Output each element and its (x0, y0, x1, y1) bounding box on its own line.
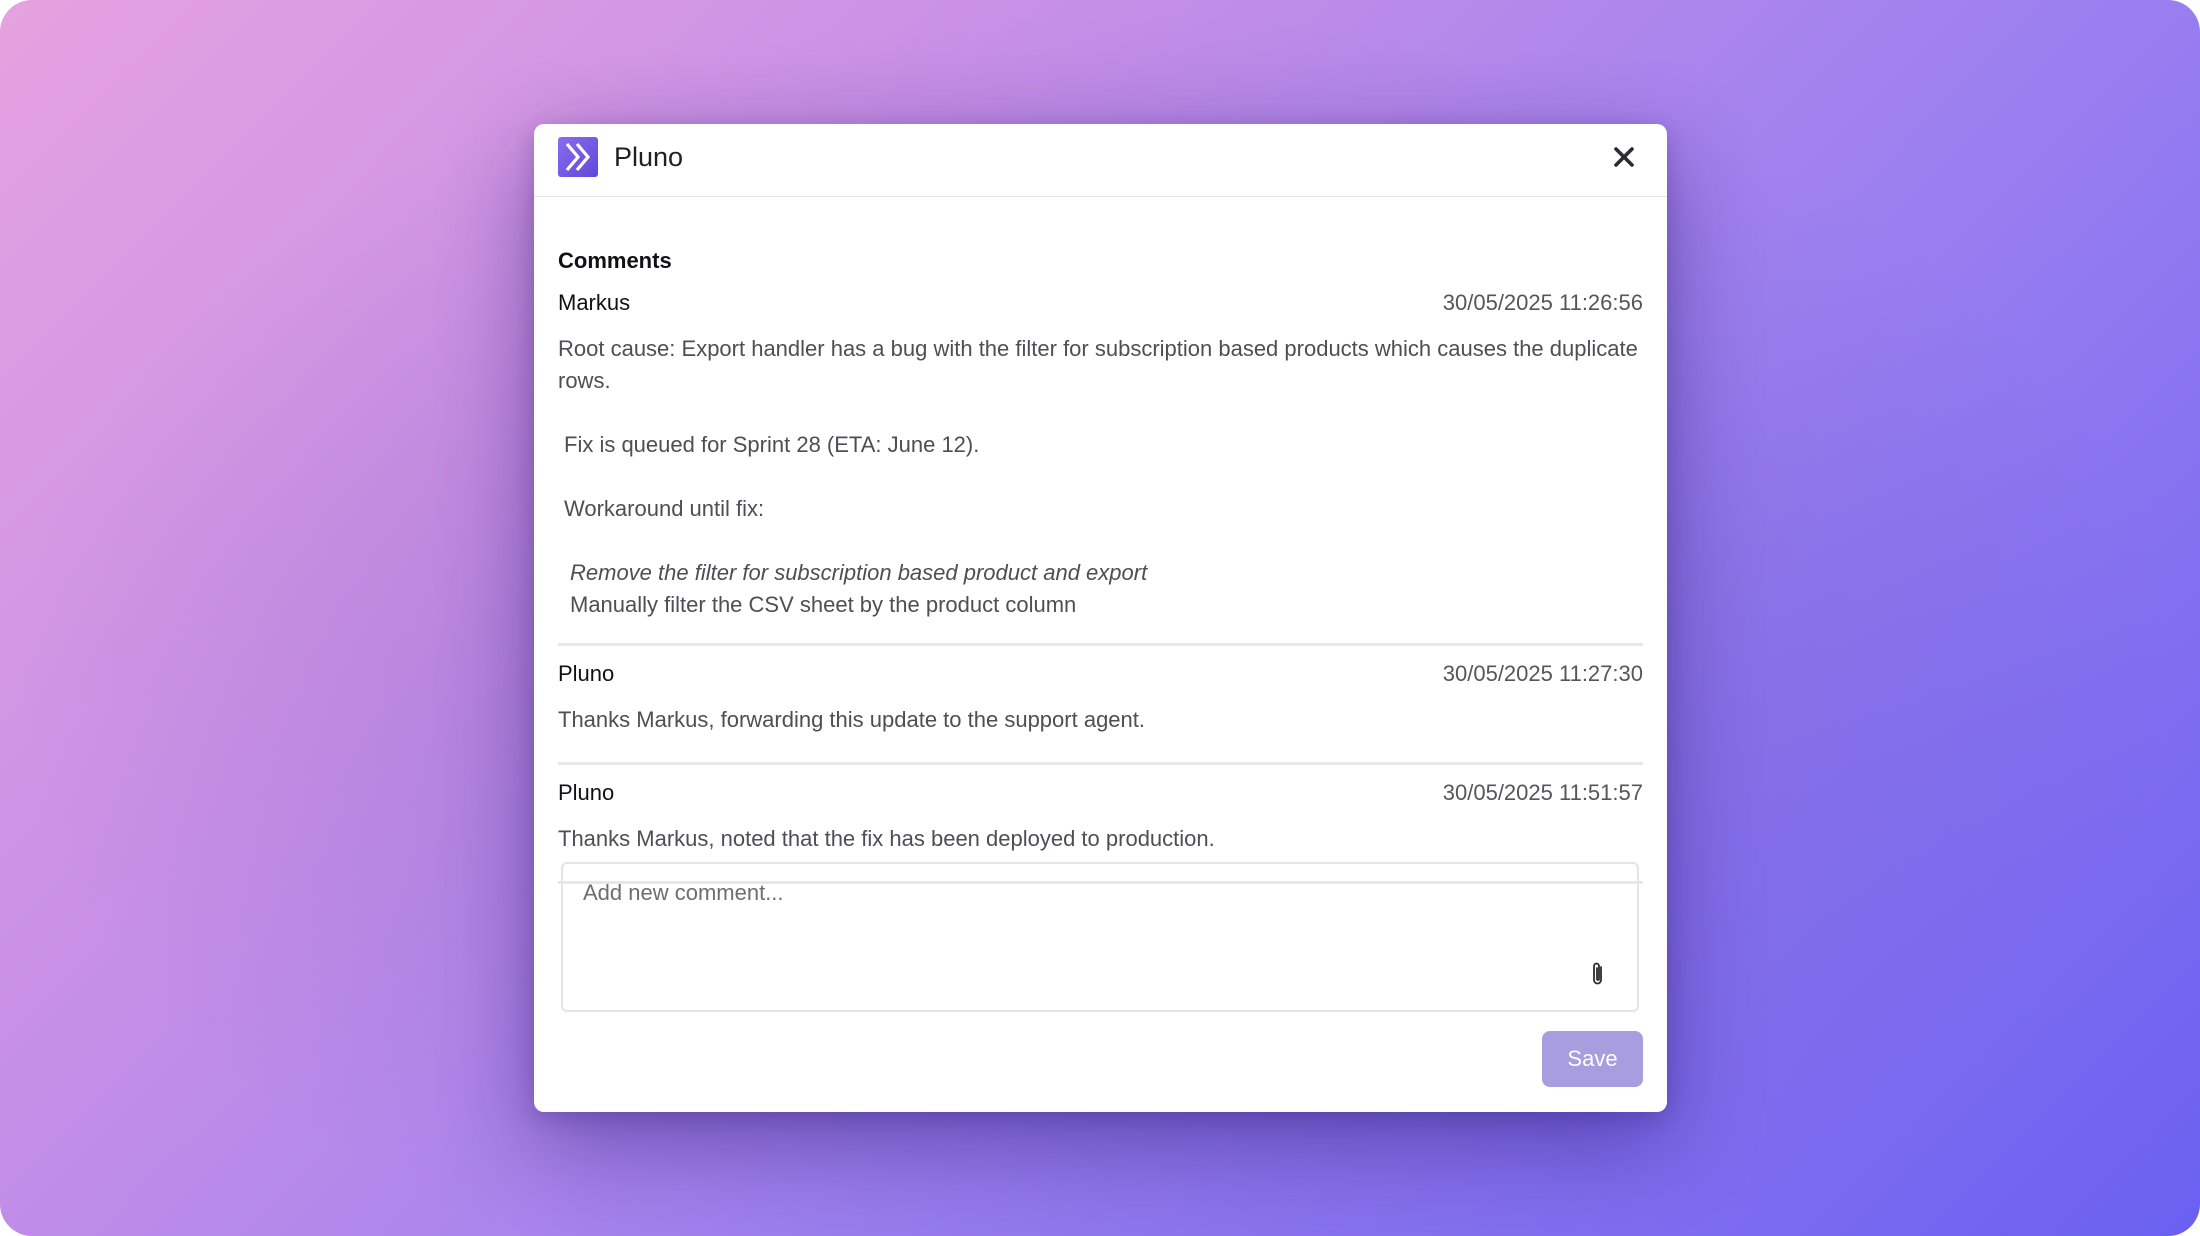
comment-line: Remove the filter for subscription based… (570, 560, 1148, 585)
comment-body: Thanks Markus, noted that the fix has be… (558, 823, 1643, 855)
attach-button[interactable] (1587, 960, 1609, 988)
comments-heading: Comments (558, 248, 672, 273)
comment-author: Pluno (558, 780, 615, 805)
save-button[interactable]: Save (1542, 1031, 1643, 1087)
comments-dialog: Pluno Comments Markus 30/05/2025 11:26:5… (534, 124, 1667, 1112)
dialog-header: Pluno (534, 124, 1667, 197)
close-button[interactable] (1611, 144, 1637, 170)
paperclip-icon (1593, 962, 1602, 985)
app-title: Pluno (614, 142, 684, 172)
comment-line: Manually filter the CSV sheet by the pro… (570, 592, 1077, 617)
comment-header: Pluno 30/05/2025 11:51:57 (558, 779, 1643, 823)
comment-item: Pluno 30/05/2025 11:27:30 Thanks Markus,… (558, 660, 1643, 765)
comment-line: Thanks Markus, noted that the fix has be… (558, 826, 1215, 851)
comment-timestamp: 30/05/2025 11:26:56 (1442, 290, 1643, 315)
comment-body: Thanks Markus, forwarding this update to… (558, 704, 1643, 736)
comment-line: Thanks Markus, forwarding this update to… (558, 707, 1145, 732)
comment-author: Markus (558, 290, 631, 315)
comment-line: Workaround until fix: (564, 496, 765, 521)
comments-list: Markus 30/05/2025 11:26:56 Root cause: E… (558, 289, 1643, 884)
comment-timestamp: 30/05/2025 11:27:30 (1442, 661, 1643, 686)
comment-line: Fix is queued for Sprint 28 (ETA: June 1… (564, 432, 980, 457)
new-comment-box (561, 862, 1639, 1012)
comment-body: Root cause: Export handler has a bug wit… (558, 333, 1643, 621)
comment-header: Pluno 30/05/2025 11:27:30 (558, 660, 1643, 704)
comment-header: Markus 30/05/2025 11:26:56 (558, 289, 1643, 333)
new-comment-input[interactable] (563, 864, 1637, 1010)
comment-timestamp: 30/05/2025 11:51:57 (1442, 780, 1643, 805)
comment-author: Pluno (558, 661, 615, 686)
comment-line: Root cause: Export handler has a bug wit… (558, 336, 1638, 393)
background: Pluno Comments Markus 30/05/2025 11:26:5… (0, 0, 2200, 1236)
comment-item: Markus 30/05/2025 11:26:56 Root cause: E… (558, 289, 1643, 646)
close-icon (1614, 147, 1634, 167)
pluno-logo-icon (558, 137, 598, 177)
